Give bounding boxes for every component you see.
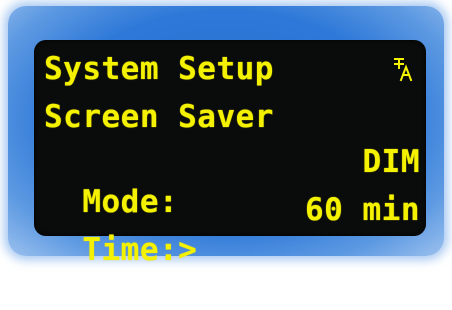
font-language-icon[interactable] (392, 56, 416, 84)
time-value[interactable]: 60 min (305, 190, 420, 230)
time-row[interactable]: Time:> 60 min (44, 190, 420, 268)
mode-row[interactable]: Mode: DIM (44, 142, 421, 220)
screen-title: System Setup (44, 51, 274, 87)
mode-value[interactable]: DIM (363, 142, 421, 182)
menu-item-screen-saver[interactable]: Screen Saver (44, 97, 420, 137)
time-label: Time:> (82, 232, 198, 268)
